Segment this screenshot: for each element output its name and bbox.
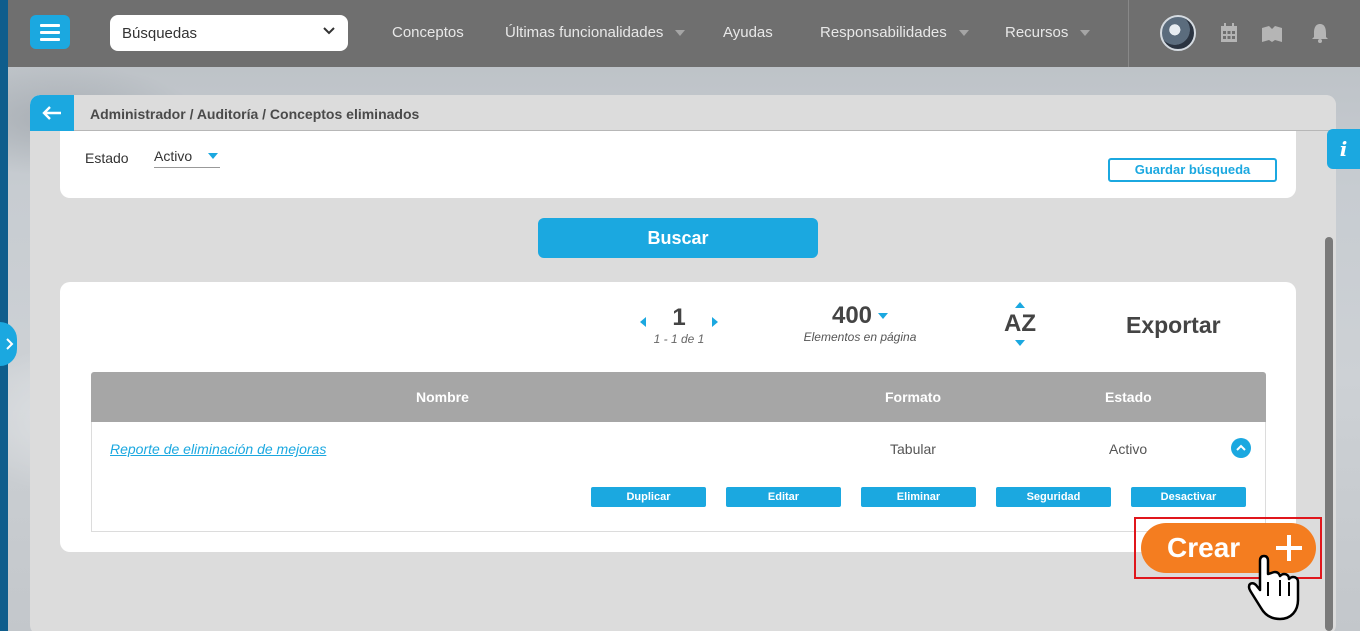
nav-label: Últimas funcionalidades xyxy=(505,24,664,41)
searches-select-value: Búsquedas xyxy=(122,24,198,42)
sort-down-icon xyxy=(1015,340,1025,346)
table-header: Nombre Formato Estado xyxy=(91,372,1266,422)
sort-up-icon xyxy=(1015,302,1025,308)
chevron-up-icon xyxy=(1236,444,1246,451)
collapse-row-button[interactable] xyxy=(1231,438,1251,458)
calendar-icon[interactable] xyxy=(1219,22,1239,44)
results-card: 1 1 - 1 de 1 400 Elementos en página AZ … xyxy=(60,282,1296,552)
bell-icon[interactable] xyxy=(1310,22,1330,44)
previous-page-button[interactable] xyxy=(640,317,646,327)
items-per-page-label: Elementos en página xyxy=(803,330,917,344)
pagination: 1 1 - 1 de 1 xyxy=(640,304,718,352)
duplicate-button[interactable]: Duplicar xyxy=(591,487,706,507)
items-per-page-value: 400 xyxy=(831,302,873,329)
chevron-down-icon xyxy=(323,27,335,35)
search-button[interactable]: Buscar xyxy=(538,218,818,258)
book-icon[interactable] xyxy=(1260,22,1284,44)
create-button-label: Crear xyxy=(1167,532,1241,563)
caret-down-icon xyxy=(208,153,218,159)
sort-label: AZ xyxy=(1004,310,1036,337)
security-button[interactable]: Seguridad xyxy=(996,487,1111,507)
items-per-page[interactable]: 400 Elementos en página xyxy=(798,302,922,344)
column-header-estado[interactable]: Estado xyxy=(1105,389,1152,405)
row-name-link[interactable]: Reporte de eliminación de mejoras xyxy=(110,441,326,457)
caret-down-icon xyxy=(878,313,889,319)
left-edge xyxy=(0,0,8,631)
export-button[interactable]: Exportar xyxy=(1126,312,1221,339)
scrollbar[interactable] xyxy=(1325,237,1333,631)
nav-label: Conceptos xyxy=(392,24,464,41)
chevron-right-icon xyxy=(5,338,13,350)
nav-ayudas[interactable]: Ayudas xyxy=(723,24,773,41)
column-header-nombre[interactable]: Nombre xyxy=(416,389,469,405)
estado-label: Estado xyxy=(85,150,129,166)
save-search-button[interactable]: Guardar búsqueda xyxy=(1108,158,1277,182)
caret-down-icon xyxy=(1080,29,1091,36)
searches-select[interactable]: Búsquedas xyxy=(110,15,348,51)
sort-toggle[interactable]: AZ xyxy=(1002,300,1038,348)
estado-select-value: Activo xyxy=(154,148,193,164)
hand-cursor-icon xyxy=(1247,554,1300,621)
page-number: 1 xyxy=(672,304,686,331)
next-page-button[interactable] xyxy=(712,317,718,327)
nav-label: Responsabilidades xyxy=(820,24,947,41)
avatar[interactable] xyxy=(1160,15,1196,51)
caret-down-icon xyxy=(675,29,686,36)
delete-button[interactable]: Eliminar xyxy=(861,487,976,507)
nav-conceptos[interactable]: Conceptos xyxy=(392,24,464,41)
info-tab[interactable]: i xyxy=(1327,129,1360,169)
estado-select[interactable]: Activo xyxy=(154,148,220,168)
table-row: Reporte de eliminación de mejoras Tabula… xyxy=(91,422,1266,532)
deactivate-button[interactable]: Desactivar xyxy=(1131,487,1246,507)
nav-ultimas-funcionalidades[interactable]: Últimas funcionalidades xyxy=(505,24,686,41)
top-bar: Búsquedas Conceptos Últimas funcionalida… xyxy=(8,0,1360,67)
edit-button[interactable]: Editar xyxy=(726,487,841,507)
nav-responsabilidades[interactable]: Responsabilidades xyxy=(820,24,969,41)
row-format: Tabular xyxy=(890,441,936,457)
column-header-formato[interactable]: Formato xyxy=(885,389,941,405)
breadcrumb: Administrador / Auditoría / Conceptos el… xyxy=(90,106,420,122)
row-status: Activo xyxy=(1109,441,1148,457)
caret-down-icon xyxy=(958,29,969,36)
nav-label: Ayudas xyxy=(723,24,773,41)
nav-recursos[interactable]: Recursos xyxy=(1005,24,1091,41)
hamburger-menu-button[interactable] xyxy=(30,15,70,49)
topbar-divider xyxy=(1128,0,1129,67)
back-button[interactable] xyxy=(30,95,74,131)
arrow-left-icon xyxy=(42,106,61,120)
nav-label: Recursos xyxy=(1005,24,1069,41)
filter-card: Estado Activo Guardar búsqueda xyxy=(60,131,1296,198)
panel-header: Administrador / Auditoría / Conceptos el… xyxy=(30,95,1336,131)
page-range: 1 - 1 de 1 xyxy=(653,332,705,346)
